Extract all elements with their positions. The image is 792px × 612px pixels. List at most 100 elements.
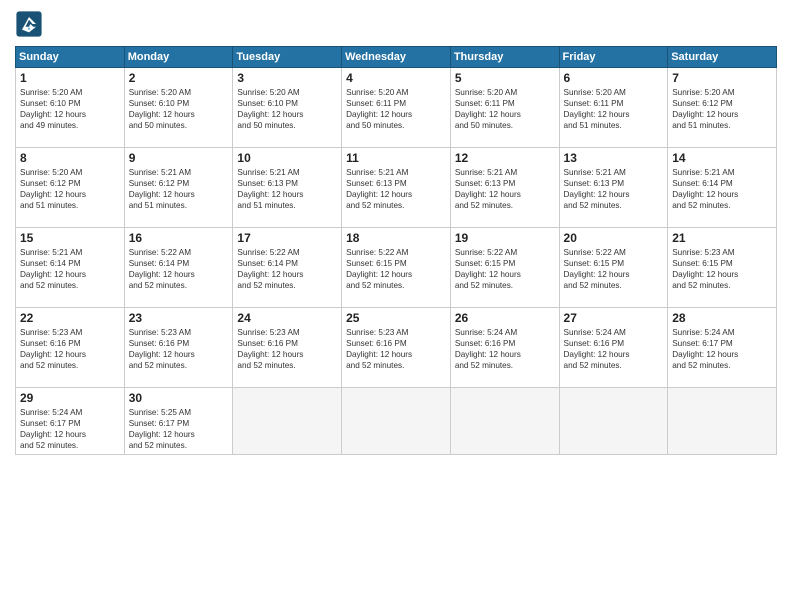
calendar-cell: 12 Sunrise: 5:21 AM Sunset: 6:13 PM Dayli… [450, 148, 559, 228]
day-info: Sunrise: 5:21 AM Sunset: 6:13 PM Dayligh… [346, 167, 446, 211]
calendar-week-3: 15Sunrise: 5:21 AM Sunset: 6:14 PM Dayli… [16, 228, 777, 308]
day-info: Sunrise: 5:22 AM Sunset: 6:15 PM Dayligh… [346, 247, 446, 291]
calendar-cell: 13 Sunrise: 5:21 AM Sunset: 6:13 PM Dayli… [559, 148, 668, 228]
calendar-table: SundayMondayTuesdayWednesdayThursdayFrid… [15, 46, 777, 455]
col-header-thursday: Thursday [450, 47, 559, 68]
calendar-cell: 30 Sunrise: 5:25 AM Sunset: 6:17 PM Dayli… [124, 388, 233, 455]
day-info: Sunrise: 5:20 AM Sunset: 6:10 PM Dayligh… [237, 87, 337, 131]
day-number: 18 [346, 231, 446, 245]
day-info: Sunrise: 5:23 AM Sunset: 6:16 PM Dayligh… [20, 327, 120, 371]
calendar-week-4: 22 Sunrise: 5:23 AM Sunset: 6:16 PM Dayli… [16, 308, 777, 388]
day-info: Sunrise: 5:23 AM Sunset: 6:16 PM Dayligh… [237, 327, 337, 371]
logo [15, 10, 47, 38]
day-info: Sunrise: 5:21 AM Sunset: 6:13 PM Dayligh… [455, 167, 555, 211]
calendar-cell: 18 Sunrise: 5:22 AM Sunset: 6:15 PM Dayli… [342, 228, 451, 308]
logo-icon [15, 10, 43, 38]
calendar-week-2: 8Sunrise: 5:20 AM Sunset: 6:12 PM Daylig… [16, 148, 777, 228]
calendar-cell: 5 Sunrise: 5:20 AM Sunset: 6:11 PM Daylig… [450, 68, 559, 148]
day-number: 9 [129, 151, 229, 165]
col-header-wednesday: Wednesday [342, 47, 451, 68]
col-header-friday: Friday [559, 47, 668, 68]
calendar-cell: 17 Sunrise: 5:22 AM Sunset: 6:14 PM Dayli… [233, 228, 342, 308]
day-number: 2 [129, 71, 229, 85]
day-info: Sunrise: 5:24 AM Sunset: 6:17 PM Dayligh… [672, 327, 772, 371]
day-number: 12 [455, 151, 555, 165]
day-number: 6 [564, 71, 664, 85]
col-header-tuesday: Tuesday [233, 47, 342, 68]
day-info: Sunrise: 5:23 AM Sunset: 6:15 PM Dayligh… [672, 247, 772, 291]
calendar-cell [233, 388, 342, 455]
calendar-cell: 26 Sunrise: 5:24 AM Sunset: 6:16 PM Dayli… [450, 308, 559, 388]
calendar-cell: 15Sunrise: 5:21 AM Sunset: 6:14 PM Dayli… [16, 228, 125, 308]
day-number: 14 [672, 151, 772, 165]
calendar-cell [668, 388, 777, 455]
day-info: Sunrise: 5:20 AM Sunset: 6:11 PM Dayligh… [346, 87, 446, 131]
calendar-cell: 29 Sunrise: 5:24 AM Sunset: 6:17 PM Dayli… [16, 388, 125, 455]
day-number: 26 [455, 311, 555, 325]
day-info: Sunrise: 5:22 AM Sunset: 6:14 PM Dayligh… [129, 247, 229, 291]
calendar-cell: 7 Sunrise: 5:20 AM Sunset: 6:12 PM Daylig… [668, 68, 777, 148]
calendar-cell: 21 Sunrise: 5:23 AM Sunset: 6:15 PM Dayli… [668, 228, 777, 308]
calendar-cell [559, 388, 668, 455]
calendar-cell: 23 Sunrise: 5:23 AM Sunset: 6:16 PM Dayli… [124, 308, 233, 388]
day-number: 1 [20, 71, 120, 85]
day-info: Sunrise: 5:21 AM Sunset: 6:14 PM Dayligh… [672, 167, 772, 211]
day-number: 7 [672, 71, 772, 85]
day-number: 28 [672, 311, 772, 325]
day-number: 30 [129, 391, 229, 405]
calendar-week-1: 1 Sunrise: 5:20 AM Sunset: 6:10 PM Daylig… [16, 68, 777, 148]
day-info: Sunrise: 5:20 AM Sunset: 6:10 PM Dayligh… [129, 87, 229, 131]
day-number: 29 [20, 391, 120, 405]
calendar-cell: 2 Sunrise: 5:20 AM Sunset: 6:10 PM Daylig… [124, 68, 233, 148]
calendar-cell: 25Sunrise: 5:23 AM Sunset: 6:16 PM Dayli… [342, 308, 451, 388]
calendar-cell: 24 Sunrise: 5:23 AM Sunset: 6:16 PM Dayli… [233, 308, 342, 388]
calendar-cell: 8Sunrise: 5:20 AM Sunset: 6:12 PM Daylig… [16, 148, 125, 228]
calendar-cell: 16 Sunrise: 5:22 AM Sunset: 6:14 PM Dayli… [124, 228, 233, 308]
day-number: 4 [346, 71, 446, 85]
day-info: Sunrise: 5:20 AM Sunset: 6:11 PM Dayligh… [564, 87, 664, 131]
calendar-cell: 20Sunrise: 5:22 AM Sunset: 6:15 PM Dayli… [559, 228, 668, 308]
calendar-cell: 6 Sunrise: 5:20 AM Sunset: 6:11 PM Daylig… [559, 68, 668, 148]
day-info: Sunrise: 5:24 AM Sunset: 6:16 PM Dayligh… [455, 327, 555, 371]
day-info: Sunrise: 5:20 AM Sunset: 6:12 PM Dayligh… [20, 167, 120, 211]
calendar-cell: 28 Sunrise: 5:24 AM Sunset: 6:17 PM Dayli… [668, 308, 777, 388]
day-number: 23 [129, 311, 229, 325]
day-info: Sunrise: 5:24 AM Sunset: 6:16 PM Dayligh… [564, 327, 664, 371]
calendar-cell: 11 Sunrise: 5:21 AM Sunset: 6:13 PM Dayli… [342, 148, 451, 228]
calendar-cell: 3Sunrise: 5:20 AM Sunset: 6:10 PM Daylig… [233, 68, 342, 148]
day-number: 13 [564, 151, 664, 165]
day-number: 15 [20, 231, 120, 245]
day-info: Sunrise: 5:21 AM Sunset: 6:13 PM Dayligh… [237, 167, 337, 211]
day-info: Sunrise: 5:23 AM Sunset: 6:16 PM Dayligh… [129, 327, 229, 371]
day-info: Sunrise: 5:21 AM Sunset: 6:12 PM Dayligh… [129, 167, 229, 211]
day-number: 24 [237, 311, 337, 325]
day-info: Sunrise: 5:25 AM Sunset: 6:17 PM Dayligh… [129, 407, 229, 451]
day-number: 27 [564, 311, 664, 325]
calendar-cell: 22 Sunrise: 5:23 AM Sunset: 6:16 PM Dayli… [16, 308, 125, 388]
calendar-cell: 27 Sunrise: 5:24 AM Sunset: 6:16 PM Dayli… [559, 308, 668, 388]
calendar-cell: 4 Sunrise: 5:20 AM Sunset: 6:11 PM Daylig… [342, 68, 451, 148]
calendar-cell: 10Sunrise: 5:21 AM Sunset: 6:13 PM Dayli… [233, 148, 342, 228]
col-header-monday: Monday [124, 47, 233, 68]
day-info: Sunrise: 5:21 AM Sunset: 6:13 PM Dayligh… [564, 167, 664, 211]
day-number: 16 [129, 231, 229, 245]
day-info: Sunrise: 5:22 AM Sunset: 6:15 PM Dayligh… [455, 247, 555, 291]
calendar-cell: 14 Sunrise: 5:21 AM Sunset: 6:14 PM Dayli… [668, 148, 777, 228]
page: SundayMondayTuesdayWednesdayThursdayFrid… [0, 0, 792, 612]
day-number: 5 [455, 71, 555, 85]
day-info: Sunrise: 5:22 AM Sunset: 6:14 PM Dayligh… [237, 247, 337, 291]
day-number: 21 [672, 231, 772, 245]
col-header-saturday: Saturday [668, 47, 777, 68]
header [15, 10, 777, 38]
calendar-cell: 1Sunrise: 5:20 AM Sunset: 6:10 PM Daylig… [16, 68, 125, 148]
day-number: 17 [237, 231, 337, 245]
calendar-cell: 19Sunrise: 5:22 AM Sunset: 6:15 PM Dayli… [450, 228, 559, 308]
day-number: 11 [346, 151, 446, 165]
calendar-cell [342, 388, 451, 455]
day-info: Sunrise: 5:20 AM Sunset: 6:11 PM Dayligh… [455, 87, 555, 131]
calendar-week-5: 29 Sunrise: 5:24 AM Sunset: 6:17 PM Dayli… [16, 388, 777, 455]
day-number: 22 [20, 311, 120, 325]
day-info: Sunrise: 5:24 AM Sunset: 6:17 PM Dayligh… [20, 407, 120, 451]
day-info: Sunrise: 5:22 AM Sunset: 6:15 PM Dayligh… [564, 247, 664, 291]
day-info: Sunrise: 5:20 AM Sunset: 6:12 PM Dayligh… [672, 87, 772, 131]
